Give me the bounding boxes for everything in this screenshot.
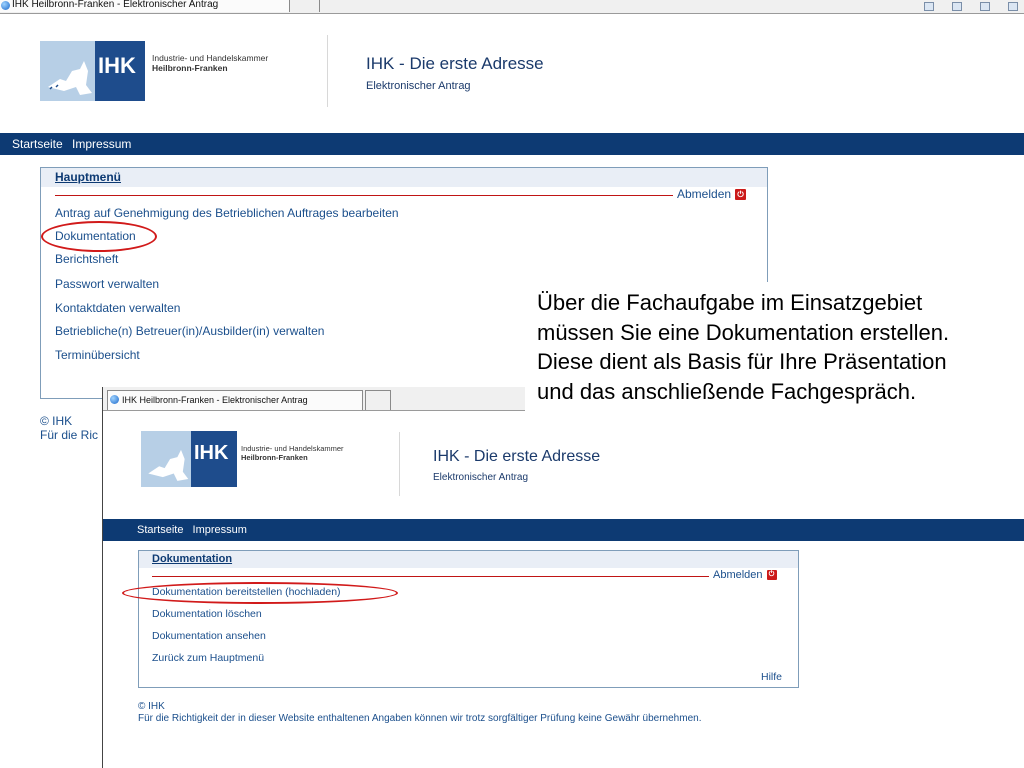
explanation-line-4: und das anschließende Fachgespräch. (537, 378, 917, 404)
menu-item-berichtsheft[interactable]: Berichtsheft (55, 252, 118, 266)
logout-link-2[interactable]: Abmelden ⏻ (713, 569, 777, 581)
logo-line-2: Heilbronn-Franken (152, 62, 228, 73)
page-title-2: IHK - Die erste Adresse (433, 448, 601, 465)
browser-tab-active[interactable]: IHK Heilbronn-Franken - Elektronischer A… (0, 0, 290, 12)
panel-heading: Hauptmenü (41, 168, 767, 187)
power-logout-icon: ⏻ (735, 189, 747, 201)
power-logout-icon: ⏻ (766, 570, 777, 581)
menu-item-view[interactable]: Dokumentation ansehen (152, 630, 266, 642)
menu-item-passwort[interactable]: Passwort verwalten (55, 277, 159, 291)
home-icon[interactable] (924, 1, 934, 11)
page-title: IHK - Die erste Adresse (366, 54, 544, 73)
menu-item-betreuer[interactable]: Betriebliche(n) Betreuer(in)/Ausbilder(i… (55, 324, 324, 338)
browser-tab-title-2: IHK Heilbronn-Franken - Elektronischer A… (122, 395, 308, 405)
page-subtitle-2: Elektronischer Antrag (433, 472, 529, 483)
menu-item-termine[interactable]: Terminübersicht (55, 348, 140, 362)
logo-text-2: IHK (194, 442, 229, 464)
page-subtitle: Elektronischer Antrag (366, 80, 471, 92)
browser-tab-active-2[interactable]: IHK Heilbronn-Franken - Elektronischer A… (107, 390, 363, 410)
panel-divider-2 (152, 576, 709, 577)
logo-subtitle-2: Industrie- und Handelskammer Heilbronn-F… (241, 444, 344, 462)
footer-copyright-2: © IHK (138, 701, 165, 712)
nav-impressum[interactable]: Impressum (72, 137, 131, 151)
menu-item-antrag[interactable]: Antrag auf Genehmigung des Betrieblichen… (55, 206, 399, 220)
help-link[interactable]: Hilfe (761, 671, 782, 683)
ie-browser-icon (110, 395, 119, 404)
ihk-logo-map-icon (40, 41, 95, 101)
documentation-panel: Dokumentation Abmelden ⏻ Dokumentation be… (138, 550, 799, 688)
panel-heading-2: Dokumentation (139, 551, 798, 568)
menu-item-delete[interactable]: Dokumentation löschen (152, 608, 262, 620)
new-tab-button[interactable] (290, 0, 320, 12)
browser-toolbar-icons (924, 0, 1024, 12)
logo-line-2-2: Heilbronn-Franken (241, 452, 308, 462)
new-tab-button-2[interactable] (365, 390, 391, 410)
feeds-icon[interactable] (952, 1, 962, 11)
explanation-text: Über die Fachaufgabe im Einsatzgebiet mü… (537, 288, 1022, 406)
footer-note-2: Für die Richtigkeit der in dieser Websit… (138, 713, 702, 724)
main-navbar: Startseite Impressum (0, 133, 1024, 155)
ihk-logo[interactable]: IHK Industrie- und Handelskammer Heilbro… (40, 41, 278, 101)
ie-browser-icon (1, 1, 10, 10)
browser-tab-bar: IHK Heilbronn-Franken - Elektronischer A… (0, 0, 1024, 14)
footer-copyright: © IHK (40, 414, 73, 428)
menu-item-dokumentation[interactable]: Dokumentation (55, 229, 136, 243)
explanation-line-2: müssen Sie eine Dokumentation erstellen. (537, 319, 950, 345)
ihk-logo-2[interactable]: IHK Industrie- und Handelskammer Heilbro… (141, 431, 351, 487)
header-divider-2 (399, 432, 400, 496)
panel-divider (55, 195, 673, 196)
browser-window-documentation: IHK Heilbronn-Franken - Elektronischer A… (102, 387, 1024, 768)
main-navbar-2: Startseite Impressum (103, 519, 1024, 541)
nav-startseite-2[interactable]: Startseite (137, 524, 183, 536)
logo-text: IHK (98, 53, 136, 78)
browser-tab-bar-2: IHK Heilbronn-Franken - Elektronischer A… (103, 387, 525, 411)
footer-note: Für die Ric (40, 428, 99, 443)
logout-label-2: Abmelden (713, 569, 763, 581)
menu-item-back[interactable]: Zurück zum Hauptmenü (152, 652, 264, 664)
print-icon[interactable] (1008, 1, 1018, 11)
logo-subtitle: Industrie- und Handelskammer Heilbronn-F… (152, 53, 268, 74)
explanation-line-3: Diese dient als Basis für Ihre Präsentat… (537, 349, 947, 374)
logout-link[interactable]: Abmelden ⏻ (677, 187, 747, 201)
ihk-logo-map-icon (141, 431, 191, 487)
browser-tab-title: IHK Heilbronn-Franken - Elektronischer A… (12, 0, 219, 10)
mail-icon[interactable] (980, 1, 990, 11)
nav-impressum-2[interactable]: Impressum (193, 524, 247, 536)
footer-2: © IHK Für die Richtigkeit der in dieser … (138, 701, 701, 725)
header-divider (327, 35, 328, 107)
menu-item-kontaktdaten[interactable]: Kontaktdaten verwalten (55, 301, 180, 315)
logout-label: Abmelden (677, 187, 732, 201)
explanation-callout: Über die Fachaufgabe im Einsatzgebiet mü… (526, 282, 1024, 409)
menu-item-upload[interactable]: Dokumentation bereitstellen (hochladen) (152, 586, 341, 598)
nav-startseite[interactable]: Startseite (12, 137, 63, 151)
explanation-line-1: Über die Fachaufgabe im Einsatzgebiet (537, 290, 923, 315)
footer: © IHK Für die Ric (40, 414, 98, 443)
